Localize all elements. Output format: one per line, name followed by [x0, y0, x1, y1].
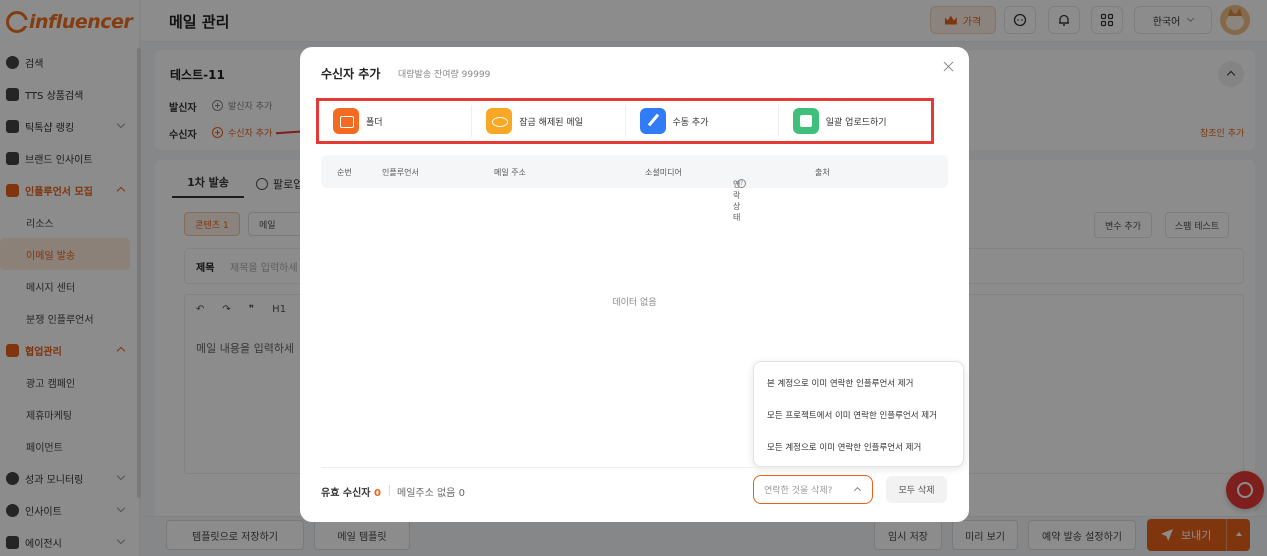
table-empty-state: 데이터 없음 — [612, 298, 657, 308]
col-index: 순번 — [337, 168, 352, 177]
no-email-count: 메일주소 없음 0 — [397, 488, 465, 499]
folder-icon — [333, 108, 359, 134]
source-unlocked-mail-button[interactable]: 잠금 해제된 메일 — [472, 105, 626, 137]
upload-icon — [792, 108, 819, 134]
add-recipient-modal: 수신자 추가 대량발송 잔여량 99999 폴더 잠금 해제된 메일 수동 추가… — [300, 47, 969, 522]
col-source: 출처 — [815, 168, 830, 177]
modal-title: 수신자 추가 — [321, 67, 381, 81]
valid-recipients: 유효 수신자 0 — [321, 488, 381, 499]
footer-separator — [389, 485, 390, 496]
recipient-source-row: 폴더 잠금 해제된 메일 수동 추가 일괄 업로드하기 — [316, 98, 934, 144]
pen-icon — [639, 108, 666, 134]
delete-contacted-select[interactable]: 연락한 것을 삭제? — [753, 475, 873, 504]
source-bulk-upload-button[interactable]: 일괄 업로드하기 — [779, 105, 931, 137]
bulk-quota: 대량발송 잔여량 99999 — [398, 70, 491, 80]
col-influencer: 인플루언서 — [382, 168, 419, 177]
footer-divider — [321, 467, 948, 468]
col-email: 메일 주소 — [494, 168, 526, 177]
source-folder-button[interactable]: 폴더 — [319, 105, 473, 137]
recipient-table-header: 순번 인플루언서 메일 주소 소셜미디어 연락상태? 출처 — [321, 155, 948, 222]
dropdown-option-all-accounts[interactable]: 모든 계정으로 이미 연락한 인플루언서 제거 — [754, 431, 963, 463]
delete-contacted-dropdown: 본 계정으로 이미 연락한 인플루언서 제거 모든 프로젝트에서 이미 연락한 … — [753, 361, 964, 467]
source-manual-add-button[interactable]: 수동 추가 — [626, 105, 779, 137]
dropdown-option-all-projects[interactable]: 모든 프로젝트에서 이미 연락한 인플루언서 제거 — [754, 399, 963, 431]
eye-icon — [486, 108, 513, 134]
col-social: 소셜미디어 — [645, 168, 682, 177]
chevron-up-icon — [853, 486, 862, 495]
close-icon[interactable] — [941, 59, 957, 75]
delete-all-button[interactable]: 모두 삭제 — [886, 476, 947, 503]
help-icon[interactable]: ? — [737, 179, 746, 188]
dropdown-option-this-account[interactable]: 본 계정으로 이미 연락한 인플루언서 제거 — [754, 367, 963, 399]
